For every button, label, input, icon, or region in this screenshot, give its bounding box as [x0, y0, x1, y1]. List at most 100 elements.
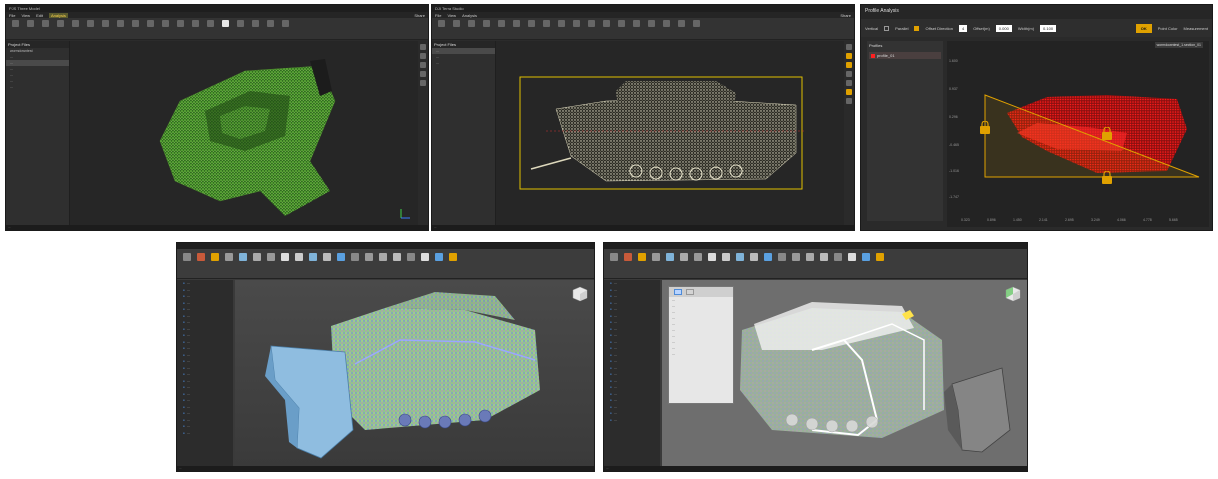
- tool-icon[interactable]: [420, 53, 426, 59]
- profile-list-item[interactable]: profile_01: [869, 52, 941, 59]
- toolbar-button[interactable]: [144, 20, 156, 34]
- toolbar-button[interactable]: [762, 253, 773, 271]
- toolbar-button[interactable]: [734, 253, 745, 271]
- toolbar-button[interactable]: [790, 253, 801, 271]
- toolbar-button[interactable]: [570, 20, 582, 34]
- tool-icon[interactable]: [846, 53, 852, 59]
- lock-icon[interactable]: [1101, 127, 1113, 141]
- toolbar-button[interactable]: [209, 253, 220, 271]
- toolbar-button[interactable]: [279, 20, 291, 34]
- toolbar-button[interactable]: [585, 20, 597, 34]
- toolbar-button[interactable]: [24, 20, 36, 34]
- toolbar-button[interactable]: [219, 20, 231, 34]
- toolbar-button[interactable]: [615, 20, 627, 34]
- toolbar-button[interactable]: [335, 253, 346, 271]
- menu-view[interactable]: View: [21, 13, 30, 18]
- menu-analysis[interactable]: Analysis: [462, 13, 477, 18]
- toolbar-button[interactable]: [84, 20, 96, 34]
- tool-icon[interactable]: [846, 44, 852, 50]
- toolbar-button[interactable]: [249, 20, 261, 34]
- toolbar-button[interactable]: [630, 20, 642, 34]
- tree-item[interactable]: ...: [6, 84, 69, 90]
- toolbar-button[interactable]: [510, 20, 522, 34]
- dialog-option[interactable]: ...: [669, 351, 733, 357]
- tool-icon[interactable]: [846, 80, 852, 86]
- measurement-option[interactable]: Measurement: [1184, 26, 1208, 31]
- menu-file[interactable]: File: [435, 13, 441, 18]
- toolbar-button[interactable]: [279, 253, 290, 271]
- toolbar-button[interactable]: [265, 253, 276, 271]
- toolbar-button[interactable]: [391, 253, 402, 271]
- tool-icon[interactable]: [846, 89, 852, 95]
- toolbar-button[interactable]: [114, 20, 126, 34]
- parallel-icon[interactable]: [914, 25, 920, 31]
- toolbar-button[interactable]: [405, 253, 416, 271]
- 3d-viewport[interactable]: [70, 41, 420, 227]
- toolbar-button[interactable]: [678, 253, 689, 271]
- tree-item[interactable]: ...: [432, 60, 495, 66]
- toolbar-button[interactable]: [189, 20, 201, 34]
- tool-icon[interactable]: [846, 71, 852, 77]
- view-cube-icon[interactable]: [572, 286, 588, 302]
- toolbar-button[interactable]: [804, 253, 815, 271]
- toolbar-button[interactable]: [433, 253, 444, 271]
- parallel-option[interactable]: Parallel: [895, 26, 908, 31]
- toolbar-button[interactable]: [237, 253, 248, 271]
- menu-view[interactable]: View: [447, 13, 456, 18]
- toolbar-button[interactable]: [600, 20, 612, 34]
- dozer-blade[interactable]: [270, 345, 354, 459]
- toolbar-button[interactable]: [636, 253, 647, 271]
- toolbar-button[interactable]: [465, 20, 477, 34]
- toolbar-button[interactable]: [555, 20, 567, 34]
- tree-item[interactable]: ...: [177, 430, 233, 437]
- toolbar-button[interactable]: [818, 253, 829, 271]
- share-button[interactable]: Share: [414, 13, 425, 18]
- toolbar-button[interactable]: [159, 20, 171, 34]
- toolbar-button[interactable]: [495, 20, 507, 34]
- toolbar-button[interactable]: [748, 253, 759, 271]
- toolbar-button[interactable]: [447, 253, 458, 271]
- toolbar-button[interactable]: [174, 20, 186, 34]
- toolbar-button[interactable]: [608, 253, 619, 271]
- toolbar-button[interactable]: [9, 20, 21, 34]
- toolbar-button[interactable]: [349, 253, 360, 271]
- toolbar-button[interactable]: [660, 20, 672, 34]
- 3d-viewport[interactable]: [235, 280, 594, 468]
- tree-item[interactable]: ...: [604, 417, 660, 424]
- ok-button[interactable]: OK: [1135, 23, 1152, 33]
- toolbar-button[interactable]: [650, 253, 661, 271]
- tool-icon[interactable]: [420, 44, 426, 50]
- toolbar-button[interactable]: [706, 253, 717, 271]
- menu-analysis[interactable]: Analysis: [48, 12, 68, 18]
- toolbar-button[interactable]: [860, 253, 871, 271]
- toolbar-button[interactable]: [846, 253, 857, 271]
- tool-icon[interactable]: [420, 62, 426, 68]
- menu-file[interactable]: File: [9, 13, 15, 18]
- toolbar-button[interactable]: [874, 253, 885, 271]
- toolbar-button[interactable]: [234, 20, 246, 34]
- toolbar-button[interactable]: [363, 253, 374, 271]
- dialog-tab[interactable]: ​: [686, 289, 694, 295]
- tool-icon[interactable]: [420, 80, 426, 86]
- toolbar-button[interactable]: [129, 20, 141, 34]
- toolbar-button[interactable]: [435, 20, 447, 34]
- toolbar-button[interactable]: [181, 253, 192, 271]
- toolbar-button[interactable]: [645, 20, 657, 34]
- toolbar-button[interactable]: [264, 20, 276, 34]
- toolbar-button[interactable]: [450, 20, 462, 34]
- toolbar-button[interactable]: [832, 253, 843, 271]
- toolbar-button[interactable]: [204, 20, 216, 34]
- 3d-viewport[interactable]: [496, 41, 846, 227]
- profile-plot[interactable]: wormdowntest_1.section_01 1.600 0.937 0.…: [947, 41, 1209, 227]
- toolbar-button[interactable]: [776, 253, 787, 271]
- share-button[interactable]: Share: [840, 13, 851, 18]
- view-cube-icon[interactable]: [1005, 286, 1021, 302]
- toolbar-button[interactable]: [54, 20, 66, 34]
- width-input[interactable]: 0.100: [1040, 24, 1057, 32]
- toolbar-button[interactable]: [525, 20, 537, 34]
- lock-icon[interactable]: [979, 121, 991, 135]
- toolbar-button[interactable]: [690, 20, 702, 34]
- vertical-icon[interactable]: [884, 25, 890, 31]
- toolbar-button[interactable]: [39, 20, 51, 34]
- toolbar-button[interactable]: [480, 20, 492, 34]
